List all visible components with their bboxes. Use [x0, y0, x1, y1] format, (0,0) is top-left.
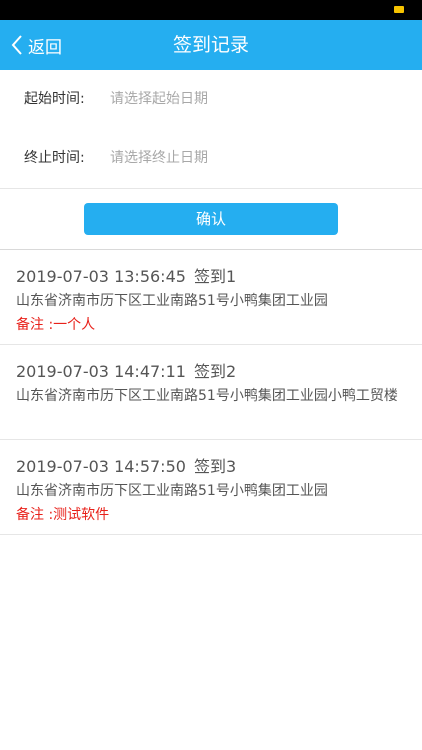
record-address: 山东省济南市历下区工业南路51号小鸭集团工业园小鸭工贸楼 [16, 388, 398, 404]
record-datetime: 2019-07-03 14:57:50 [16, 457, 186, 476]
battery-icon [394, 6, 404, 13]
list-item[interactable]: 2019-07-03 14:57:50 签到3 山东省济南市历下区工业南路51号小… [0, 440, 422, 535]
nav-bar: 返回 签到记录 [0, 20, 422, 70]
record-title: 签到3 [193, 457, 237, 476]
record-title: 签到1 [193, 267, 237, 286]
record-title: 签到2 [193, 362, 237, 381]
record-datetime: 2019-07-03 13:56:45 [16, 267, 186, 286]
record-note: 备注 :一个人 [16, 317, 96, 333]
end-date-label: 终止时间: [24, 150, 85, 166]
page-title: 签到记录 [172, 34, 249, 56]
record-datetime: 2019-07-03 14:47:11 [16, 362, 186, 381]
start-date-input[interactable] [104, 84, 406, 114]
start-date-label: 起始时间: [24, 91, 85, 107]
record-note: 备注 :测试软件 [16, 507, 110, 523]
record-address: 山东省济南市历下区工业南路51号小鸭集团工业园 [16, 293, 328, 309]
status-bar [0, 0, 422, 20]
end-date-input[interactable] [104, 143, 406, 173]
confirm-button[interactable]: 确认 [84, 203, 338, 235]
list-item[interactable]: 2019-07-03 13:56:45 签到1 山东省济南市历下区工业南路51号小… [0, 250, 422, 345]
record-address: 山东省济南市历下区工业南路51号小鸭集团工业园 [16, 483, 328, 499]
list-item[interactable]: 2019-07-03 14:47:11 签到2 山东省济南市历下区工业南路51号小… [0, 345, 422, 440]
start-date-row: 起始时间: [0, 70, 422, 130]
end-date-row: 终止时间: [0, 129, 422, 189]
